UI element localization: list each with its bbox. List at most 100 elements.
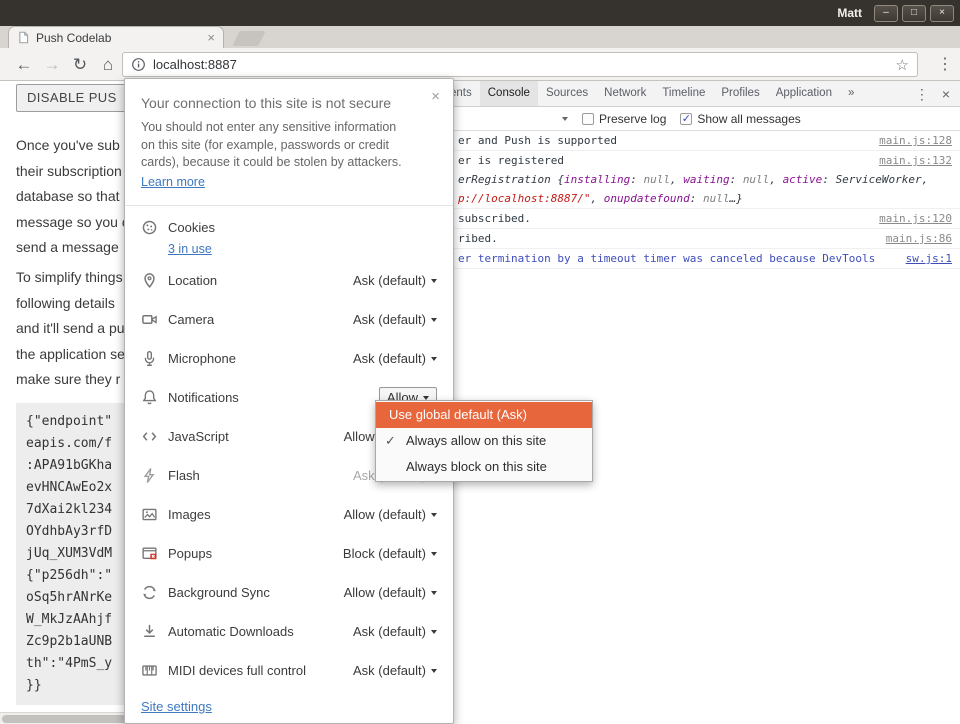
console-message: er and Push is supported (458, 134, 871, 147)
cookies-in-use-link[interactable]: 3 in use (168, 242, 212, 256)
permission-row-camera: Camera Ask (default) (125, 300, 453, 339)
maximize-button[interactable]: □ (902, 5, 926, 22)
javascript-icon (141, 428, 158, 445)
console-object-preview: erRegistration {installing: null, waitin… (458, 173, 952, 186)
permission-row-images: Images Allow (default) (125, 495, 453, 534)
permission-name: Background Sync (168, 585, 270, 600)
minimize-button[interactable]: – (874, 5, 898, 22)
location-icon (141, 272, 158, 289)
browser-tab[interactable]: Push Codelab × (8, 26, 224, 48)
microphone-icon (141, 350, 158, 367)
menu-item-always-allow[interactable]: ✓Always allow on this site (376, 428, 592, 454)
permission-name: Automatic Downloads (168, 624, 294, 639)
images-icon (141, 506, 158, 523)
learn-more-link[interactable]: Learn more (141, 175, 205, 189)
console-row: erRegistration {installing: null, waitin… (422, 170, 960, 189)
reload-icon[interactable]: ↻ (66, 56, 94, 73)
devtools-close-icon[interactable]: × (942, 87, 950, 101)
browser-menu-icon[interactable]: ⋮ (935, 54, 955, 74)
tab-sources[interactable]: Sources (538, 81, 596, 106)
console-row: p://localhost:8887/", onupdatefound: nul… (422, 189, 960, 209)
source-link[interactable]: main.js:86 (886, 232, 952, 245)
console-message: ribed. (458, 232, 878, 245)
permission-name: Microphone (168, 351, 236, 366)
permission-name: Flash (168, 468, 200, 483)
bell-icon (141, 389, 158, 406)
sync-icon (141, 584, 158, 601)
dropdown-caret-icon (431, 513, 437, 517)
back-icon[interactable]: ← (10, 56, 38, 73)
permission-name: JavaScript (168, 429, 229, 444)
source-link[interactable]: sw.js:1 (906, 252, 952, 265)
menu-item-always-block[interactable]: Always block on this site (376, 454, 592, 480)
tab-timeline[interactable]: Timeline (654, 81, 713, 106)
window-close-button[interactable]: × (930, 5, 954, 22)
flash-icon (141, 467, 158, 484)
menu-item-global-default[interactable]: Use global default (Ask) (376, 402, 592, 428)
bubble-title: Your connection to this site is not secu… (141, 95, 421, 111)
preserve-log-label[interactable]: Preserve log (599, 112, 666, 126)
console-message: er termination by a timeout timer was ca… (458, 252, 898, 265)
bubble-close-icon[interactable]: × (431, 89, 440, 104)
browser-toolbar: ← → ↻ ⌂ localhost:8887 ☆ ⋮ (0, 48, 960, 81)
cookie-icon (141, 219, 158, 236)
permission-value-dropdown[interactable]: Allow (default) (344, 585, 437, 600)
bookmark-star-icon[interactable]: ☆ (896, 56, 909, 74)
tab-network[interactable]: Network (596, 81, 654, 106)
permission-value-dropdown[interactable]: Allow (default) (344, 507, 437, 522)
console-row: er and Push is supported main.js:128 (422, 131, 960, 151)
dropdown-caret-icon (431, 669, 437, 673)
preserve-log-checkbox[interactable] (582, 113, 594, 125)
tab-overflow-chevron-icon[interactable]: » (840, 81, 862, 106)
permission-name: Popups (168, 546, 212, 561)
address-bar[interactable]: localhost:8887 ☆ (122, 52, 918, 77)
permission-value-dropdown[interactable]: Ask (default) (353, 351, 437, 366)
source-link[interactable]: main.js:128 (879, 134, 952, 147)
site-settings-link[interactable]: Site settings (141, 699, 212, 714)
permission-value-dropdown[interactable]: Ask (default) (353, 273, 437, 288)
bubble-body-text: You should not enter any sensitive infor… (141, 119, 402, 172)
console-row: er is registered main.js:132 (422, 151, 960, 170)
paragraph-1: Once you've sub their subscription datab… (16, 133, 137, 261)
source-link[interactable]: main.js:132 (879, 154, 952, 167)
dropdown-caret-icon (431, 318, 437, 322)
paragraph-2: To simplify things following details and… (16, 265, 125, 393)
show-all-messages-checkbox[interactable]: ✓ (680, 113, 692, 125)
permission-value-dropdown[interactable]: Ask (default) (353, 663, 437, 678)
tab-title: Push Codelab (36, 31, 207, 45)
permission-row-location: Location Ask (default) (125, 261, 453, 300)
console-message: er is registered (458, 154, 871, 167)
filter-dropdown-icon[interactable] (562, 117, 568, 121)
cookies-label: Cookies (168, 220, 215, 235)
tab-close-icon[interactable]: × (207, 31, 215, 44)
url-text[interactable]: localhost:8887 (153, 57, 896, 72)
site-info-icon[interactable] (131, 57, 146, 72)
console-row: subscribed. main.js:120 (422, 209, 960, 229)
tab-application[interactable]: Application (768, 81, 840, 106)
new-tab-button[interactable] (232, 31, 265, 46)
permission-row-background-sync: Background Sync Allow (default) (125, 573, 453, 612)
page-favicon-icon (17, 31, 30, 44)
show-all-messages-label[interactable]: Show all messages (697, 112, 800, 126)
permission-row-popups: Popups Block (default) (125, 534, 453, 573)
midi-icon (141, 662, 158, 679)
forward-icon[interactable]: → (38, 56, 66, 73)
permission-name: Notifications (168, 390, 239, 405)
permission-value-dropdown[interactable]: Ask (default) (353, 312, 437, 327)
console-log: er and Push is supported main.js:128 er … (422, 131, 960, 269)
devtools-menu-icon[interactable]: ⋮ (915, 87, 929, 101)
tab-console[interactable]: Console (480, 81, 538, 106)
permission-value-dropdown[interactable]: Ask (default) (353, 624, 437, 639)
popups-icon (141, 545, 158, 562)
titlebar-user-label: Matt (837, 6, 862, 20)
source-link[interactable]: main.js:120 (879, 212, 952, 225)
console-row: ribed. main.js:86 (422, 229, 960, 249)
tab-profiles[interactable]: Profiles (713, 81, 767, 106)
console-toolbar: Preserve log ✓ Show all messages (422, 107, 960, 131)
permission-value-dropdown[interactable]: Block (default) (343, 546, 437, 561)
permission-name: Camera (168, 312, 214, 327)
browser-window: Matt – □ × Push Codelab × ← → ↻ ⌂ localh… (0, 0, 960, 724)
dropdown-caret-icon (431, 630, 437, 634)
home-icon[interactable]: ⌂ (94, 56, 122, 73)
dropdown-caret-icon (431, 357, 437, 361)
